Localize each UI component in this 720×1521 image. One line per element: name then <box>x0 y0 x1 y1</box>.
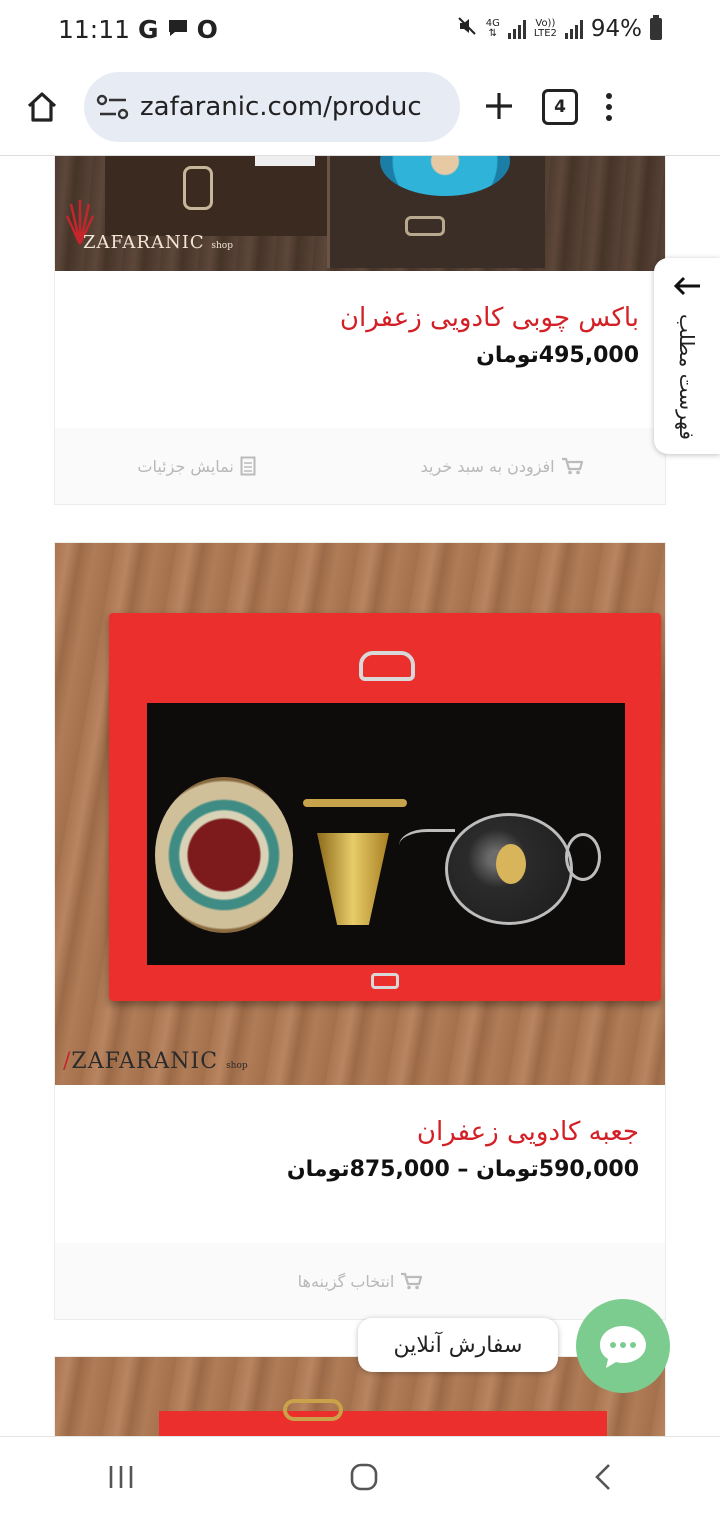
online-order-label[interactable]: سفارش آنلاین <box>358 1318 558 1372</box>
site-settings-icon[interactable] <box>96 92 130 122</box>
watermark-small: shop <box>211 241 233 251</box>
product-info: باکس چوبی کادویی زعفران 495,000تومان <box>55 271 665 368</box>
add-to-cart-label: افزودن به سبد خرید <box>420 456 555 476</box>
document-icon <box>240 456 256 476</box>
product-card: ZAFARANIC shop باکس چوبی کادویی زعفران 4… <box>54 156 666 505</box>
opera-notification-icon: O <box>196 14 218 44</box>
home-circle-icon <box>350 1463 378 1491</box>
mute-vibrate-icon <box>456 15 478 43</box>
google-notification-icon: G <box>138 14 159 44</box>
product-image[interactable] <box>55 1357 665 1436</box>
lte2-label: LTE2 <box>533 28 557 39</box>
saffron-tin <box>155 777 293 933</box>
product-title[interactable]: باکس چوبی کادویی زعفران <box>81 303 639 333</box>
box-clasp <box>283 1399 343 1421</box>
glass-teapot <box>445 813 573 925</box>
watermark-small: shop <box>226 1061 248 1071</box>
plus-icon <box>486 93 512 119</box>
red-gift-box <box>109 613 661 1001</box>
chat-button[interactable] <box>576 1299 670 1393</box>
recent-apps-icon <box>110 1466 133 1488</box>
system-nav-bar <box>0 1436 720 1521</box>
browser-toolbar: zafaranic.com/produc 4 <box>0 58 720 155</box>
back-button[interactable] <box>592 1462 614 1496</box>
enamel-plate <box>380 156 510 196</box>
home-nav-button[interactable] <box>349 1462 379 1496</box>
choose-options-label: انتخاب گزینه‌ها <box>297 1271 395 1291</box>
teapot-handle <box>565 833 601 881</box>
network-4g-label: 4G <box>485 18 500 29</box>
recent-apps-button[interactable] <box>106 1464 136 1494</box>
product-card: /ZAFARANIC shop جعبه کادویی زعفران 590,0… <box>54 542 666 1320</box>
wooden-box-left <box>105 156 327 236</box>
url-text[interactable]: zafaranic.com/produc <box>140 92 422 122</box>
back-chevron-icon <box>594 1464 610 1490</box>
status-left: 11:11 G O <box>58 15 218 44</box>
home-icon <box>27 91 57 122</box>
box-clasp-bottom <box>371 973 399 989</box>
card-actions: افزودن به سبد خرید نمایش جزئیات <box>55 428 665 504</box>
brass-mortar <box>317 833 389 925</box>
network-4g-indicator: 4G ⇅ <box>485 18 500 39</box>
teapot-spout <box>399 829 455 862</box>
product-title[interactable]: جعبه کادویی زعفران <box>81 1117 639 1147</box>
status-right: 4G ⇅ Vo)) LTE2 94% <box>456 15 662 43</box>
product-card <box>54 1356 666 1436</box>
toc-label: فهرست مطلب <box>675 314 699 440</box>
table-of-contents-tab[interactable]: فهرست مطلب <box>654 258 720 454</box>
white-lid <box>255 156 315 166</box>
view-details-button[interactable]: نمایش جزئیات <box>137 456 256 476</box>
battery-percent: 94% <box>590 16 642 42</box>
product-image[interactable]: ZAFARANIC shop <box>55 156 665 271</box>
signal-icon-2 <box>564 19 583 39</box>
battery-icon <box>650 15 662 40</box>
signal-icon <box>507 19 526 39</box>
red-gift-box <box>159 1411 607 1436</box>
product-price-range: 590,000تومان – 875,000تومان <box>286 1157 639 1182</box>
tab-switcher-button[interactable]: 4 <box>542 88 578 125</box>
volte-indicator: Vo)) LTE2 <box>534 19 557 39</box>
box-clasp <box>359 651 415 681</box>
home-button[interactable] <box>14 79 70 135</box>
cart-icon <box>401 1272 423 1290</box>
pestle <box>303 799 407 807</box>
latch-icon <box>183 166 213 210</box>
watermark-text: ZAFARANIC <box>71 1049 219 1074</box>
wooden-box-right <box>327 156 545 268</box>
arrow-left-icon <box>672 274 702 304</box>
address-bar[interactable]: zafaranic.com/produc <box>84 71 460 142</box>
teapot-medallion <box>496 844 526 884</box>
add-to-cart-button[interactable]: افزودن به سبد خرید <box>421 457 583 476</box>
product-price: 495,000تومان <box>476 343 639 368</box>
message-notification-icon <box>167 15 189 44</box>
new-tab-button[interactable] <box>484 81 514 132</box>
page-content[interactable]: ZAFARANIC shop باکس چوبی کادویی زعفران 4… <box>0 156 720 1436</box>
latch-icon-2 <box>405 216 445 236</box>
choose-options-button[interactable]: انتخاب گزینه‌ها <box>298 1272 423 1291</box>
box-interior <box>147 703 625 965</box>
product-info: جعبه کادویی زعفران 590,000تومان – 875,00… <box>55 1085 665 1182</box>
cart-icon <box>561 457 583 475</box>
product-image[interactable]: /ZAFARANIC shop <box>55 543 665 1085</box>
watermark: ZAFARANIC shop <box>83 232 233 253</box>
watermark: /ZAFARANIC shop <box>63 1049 248 1074</box>
view-details-label: نمایش جزئیات <box>137 456 234 476</box>
clock: 11:11 <box>58 14 131 44</box>
browser-menu-button[interactable] <box>606 92 612 121</box>
chat-bubble-icon <box>600 1326 646 1368</box>
status-bar: 11:11 G O 4G ⇅ Vo)) LTE2 94% <box>0 0 720 58</box>
card-actions: انتخاب گزینه‌ها <box>55 1243 665 1319</box>
watermark-text: ZAFARANIC <box>83 232 205 253</box>
